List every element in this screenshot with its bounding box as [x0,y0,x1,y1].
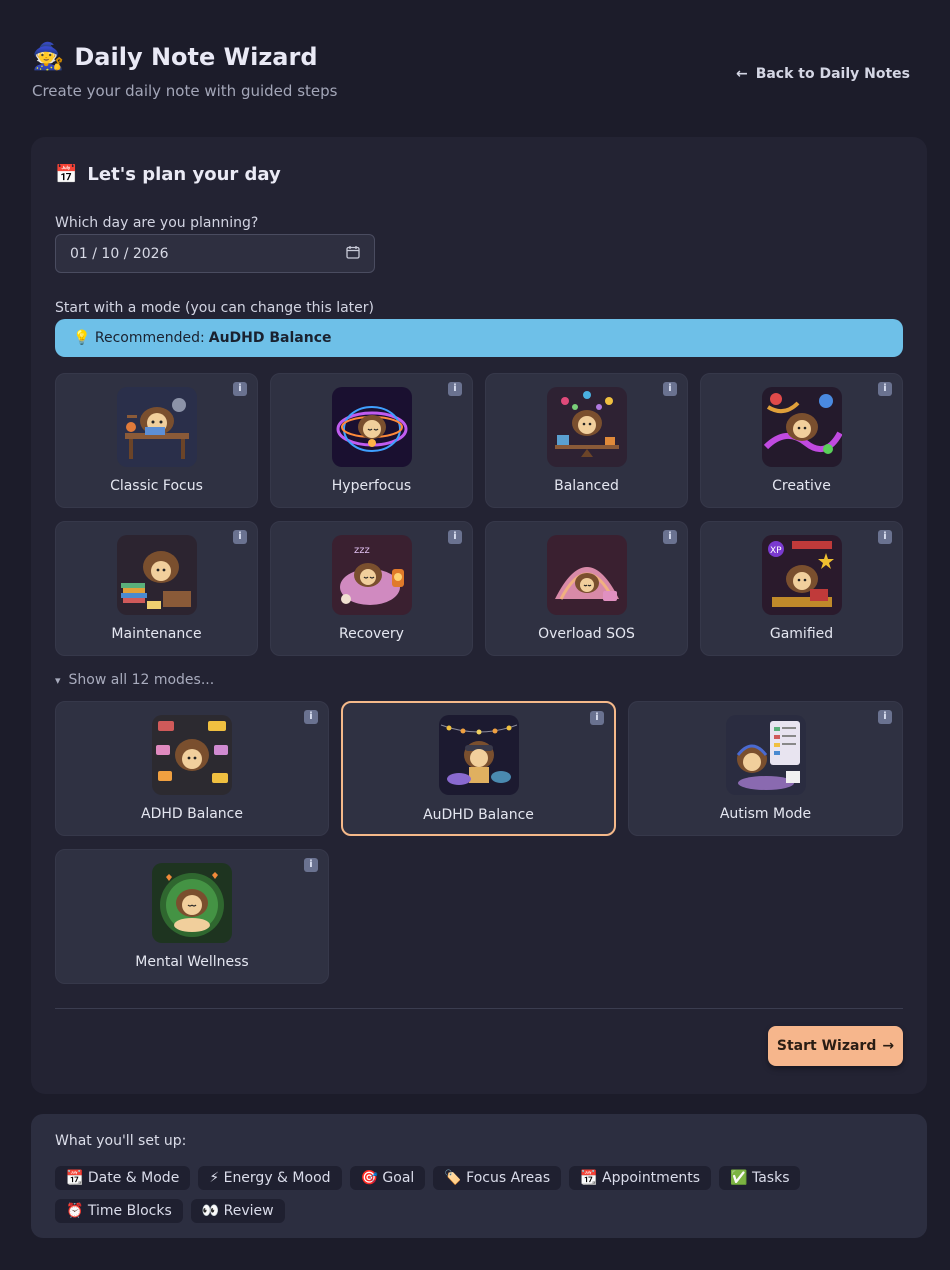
info-icon[interactable]: i [233,530,247,544]
chip-appointments: 📆 Appointments [569,1166,712,1190]
mode-card-audhd-balance[interactable]: i AuDHD Balance [341,701,616,836]
mode-card-classic-focus[interactable]: i Classic Focus [55,373,258,508]
info-icon[interactable]: i [663,530,677,544]
svg-text:XP: XP [770,546,782,556]
recommended-banner: 💡 Recommended: AuDHD Balance [55,319,903,357]
caret-down-icon: ▾ [55,673,61,687]
hedgehog-levelup-icon: XP [761,535,842,615]
mode-card-overload-sos[interactable]: i Overload SOS [485,521,688,656]
mode-card-hyperfocus[interactable]: i Hyperfocus [270,373,473,508]
chip-review: 👀 Review [190,1199,285,1223]
wizard-icon: 🧙 [32,42,65,72]
mode-card-mental-wellness[interactable]: i Mental Wellness [55,849,329,984]
plan-day-heading-text: Let's plan your day [87,164,281,185]
hedgehog-juggle-icon [546,387,627,467]
mode-name: Mental Wellness [135,954,249,970]
setup-title: What you'll set up: [55,1133,187,1149]
recommended-mode: AuDHD Balance [208,330,332,346]
mode-name: Gamified [769,626,834,642]
back-to-daily-notes-link[interactable]: ← Back to Daily Notes [736,66,910,82]
plan-day-heading: 📅 Let's plan your day [55,164,281,185]
date-value: 01 / 10 / 2026 [70,245,169,262]
chip-time-blocks: ⏰ Time Blocks [55,1199,183,1223]
mode-name: Autism Mode [719,806,812,822]
mode-name: Recovery [339,626,404,642]
hedgehog-notes-icon [152,715,232,795]
mode-name: AuDHD Balance [423,807,534,823]
arrow-left-icon: ← [735,66,748,82]
mode-name: Maintenance [111,626,202,642]
mode-label: Start with a mode (you can change this l… [55,300,374,316]
mode-card-creative[interactable]: i Creative [700,373,903,508]
page-header: 🧙 Daily Note Wizard Create your daily no… [32,42,910,112]
hedgehog-meditate-icon [152,863,232,943]
show-all-modes-toggle[interactable]: ▾ Show all 12 modes... [55,672,214,688]
chip-goal: 🎯 Goal [349,1166,426,1190]
mode-card-autism-mode[interactable]: i Autism Mode [628,701,903,836]
hedgehog-paint-icon [761,387,842,467]
start-wizard-label: Start Wizard [776,1038,877,1054]
hedgehog-books-icon [116,535,197,615]
info-icon[interactable]: i [448,382,462,396]
mode-card-gamified[interactable]: i XP Gamified [700,521,903,656]
hedgehog-desk-icon [116,387,197,467]
chip-energy-mood: ⚡ Energy & Mood [198,1166,342,1190]
info-icon[interactable]: i [233,382,247,396]
info-icon[interactable]: i [304,710,318,724]
info-icon[interactable]: i [663,382,677,396]
info-icon[interactable]: i [448,530,462,544]
date-input[interactable]: 01 / 10 / 2026 [55,234,375,273]
hedgehog-lights-icon [438,715,519,795]
start-wizard-button[interactable]: Start Wizard → [768,1026,903,1066]
plan-day-card: 📅 Let's plan your day Which day are you … [31,137,927,1094]
svg-text:zzz: zzz [354,545,370,556]
mode-name: Overload SOS [538,626,635,642]
back-link-label: Back to Daily Notes [755,66,910,82]
mode-name: Hyperfocus [331,478,412,494]
calendar-picker-icon[interactable] [346,245,360,263]
arrow-right-icon: → [882,1038,895,1054]
hedgehog-blanket-icon [546,535,627,615]
hedgehog-sleep-icon: zzz [331,535,412,615]
mode-card-adhd-balance[interactable]: i ADHD Balance [55,701,329,836]
mode-card-maintenance[interactable]: i Maintenance [55,521,258,656]
date-label: Which day are you planning? [55,215,259,231]
recommended-prefix: 💡 Recommended: [73,330,205,346]
info-icon[interactable]: i [590,711,604,725]
mode-name: Balanced [554,478,619,494]
calendar-icon: 📅 [55,164,78,185]
info-icon[interactable]: i [878,382,892,396]
info-icon[interactable]: i [878,530,892,544]
info-icon[interactable]: i [878,710,892,724]
show-all-label: Show all 12 modes... [68,672,215,688]
setup-chips: 📆 Date & Mode ⚡ Energy & Mood 🎯 Goal 🏷️ … [55,1166,815,1223]
mode-name: Creative [772,478,831,494]
hedgehog-schedule-icon [725,715,806,795]
mode-card-balanced[interactable]: i Balanced [485,373,688,508]
page-title-text: Daily Note Wizard [74,43,318,71]
mode-name: ADHD Balance [141,806,243,822]
mode-card-recovery[interactable]: i zzz Recovery [270,521,473,656]
hedgehog-swirl-icon [331,387,412,467]
card-divider [55,1008,903,1009]
setup-summary: What you'll set up: 📆 Date & Mode ⚡ Ener… [31,1114,927,1238]
page-subtitle: Create your daily note with guided steps [32,82,338,100]
info-icon[interactable]: i [304,858,318,872]
chip-tasks: ✅ Tasks [719,1166,801,1190]
chip-date-mode: 📆 Date & Mode [55,1166,191,1190]
chip-focus-areas: 🏷️ Focus Areas [433,1166,562,1190]
mode-name: Classic Focus [110,478,203,494]
